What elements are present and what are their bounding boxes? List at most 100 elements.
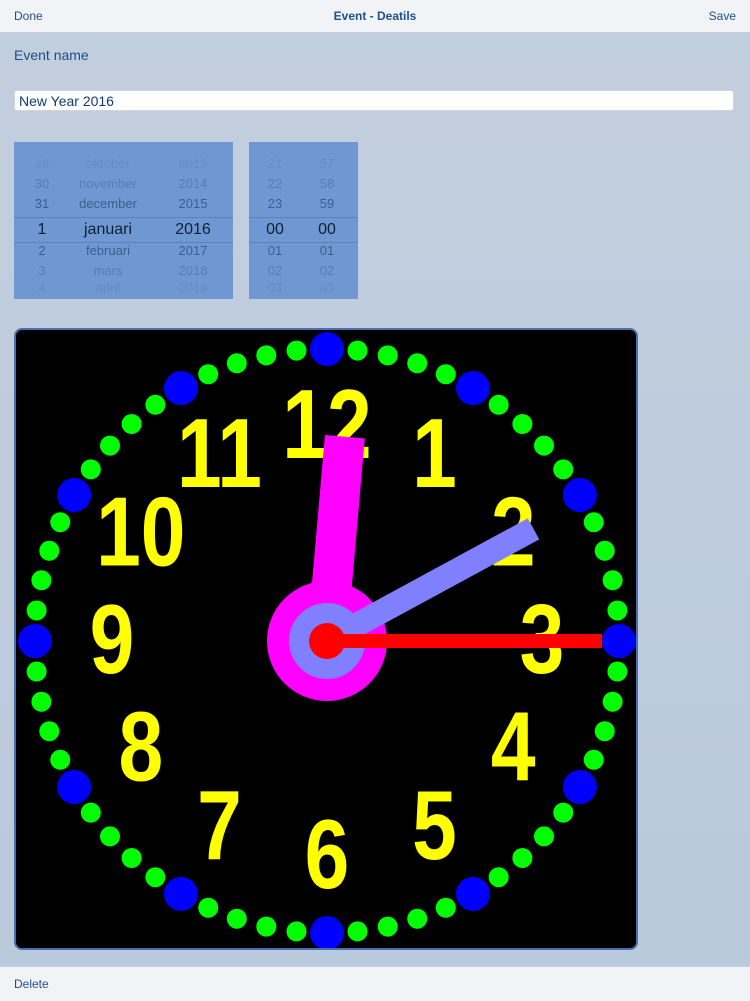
time_picker-minute-value: 58 — [319, 176, 335, 191]
minute-marker-dot — [607, 600, 628, 621]
minute-marker-dot — [100, 435, 121, 456]
minute-marker-dot — [26, 661, 47, 682]
time-picker[interactable]: 21 57 22 58 23 59 00 00 01 01 02 02 03 03 — [249, 142, 358, 299]
time_picker-minute-value: 59 — [319, 196, 335, 211]
minute-marker-dot — [226, 908, 247, 929]
minute-marker-dot — [198, 897, 219, 918]
bottom-toolbar: Delete — [0, 966, 750, 1001]
date_picker-year-value: 2016 — [175, 221, 211, 238]
hour-marker-dot — [164, 876, 198, 911]
date_picker-year-value: 2014 — [178, 176, 208, 191]
minute-marker-dot — [39, 721, 60, 742]
hour-marker-dot — [562, 478, 597, 512]
date_picker-year-value: 2018 — [178, 263, 208, 278]
minute-marker-dot — [50, 512, 71, 533]
date_picker-year-value: 2015 — [178, 196, 208, 211]
date_picker-month-value: januari — [83, 221, 133, 238]
minute-marker-dot — [26, 600, 47, 621]
date-picker[interactable]: 29 oktober 2013 30 november 2014 31 december 201… — [14, 142, 233, 299]
minute-marker-dot — [347, 921, 368, 942]
minute-marker-dot — [488, 394, 509, 415]
date_picker-day-value: 3 — [38, 263, 46, 278]
time_picker-hour-value: 01 — [267, 243, 283, 258]
date_picker-month-value: mars — [93, 263, 123, 278]
minute-marker-dot — [533, 826, 554, 847]
event-name-input[interactable] — [14, 90, 734, 111]
page-title: Event - Deatils — [333, 9, 417, 23]
date_picker-month-value: april — [95, 280, 121, 295]
minute-marker-dot — [121, 414, 142, 435]
clock-numeral-5: 5 — [412, 771, 457, 880]
minute-marker-dot — [80, 802, 101, 823]
time_picker-row[interactable]: 21 57 — [249, 156, 358, 176]
minute-marker-dot — [256, 916, 277, 937]
time_picker-hour-value: 21 — [267, 156, 283, 171]
hour-marker-dot — [602, 624, 636, 658]
hour-marker-dot — [456, 876, 490, 911]
clock-numeral-10: 10 — [96, 477, 185, 586]
date_picker-row-selected[interactable]: 1 januari 2016 — [14, 217, 233, 243]
time_picker-row-selected[interactable]: 00 00 — [249, 217, 358, 243]
date_picker-month-value: oktober — [86, 156, 130, 171]
date_picker-row[interactable]: 31 december 2015 — [14, 196, 233, 216]
minute-marker-dot — [377, 345, 398, 366]
navigation-bar: Done Event - Deatils Save — [0, 0, 750, 33]
minute-marker-dot — [50, 749, 71, 770]
date_picker-year-value: 2013 — [178, 156, 208, 171]
minute-marker-dot — [602, 570, 623, 591]
date_picker-month-value: november — [79, 176, 137, 191]
date_picker-row[interactable]: 2 februari 2017 — [14, 243, 233, 263]
minute-marker-dot — [226, 353, 247, 374]
hour-marker-dot — [310, 916, 344, 948]
date_picker-row[interactable]: 29 oktober 2013 — [14, 156, 233, 176]
date_picker-year-value: 2019 — [178, 280, 208, 295]
date_picker-month-value: december — [79, 196, 137, 211]
minute-marker-dot — [377, 916, 398, 937]
time_picker-row[interactable]: 22 58 — [249, 176, 358, 196]
minute-marker-dot — [145, 867, 166, 888]
time_picker-hour-value: 23 — [267, 196, 283, 211]
save-button[interactable]: Save — [709, 9, 736, 23]
date_picker-day-value: 4 — [38, 280, 46, 295]
date_picker-row[interactable]: 30 november 2014 — [14, 176, 233, 196]
date_picker-row[interactable]: 4 april 2019 — [14, 280, 233, 299]
clock-numeral-1: 1 — [412, 398, 457, 507]
minute-marker-dot — [347, 340, 368, 361]
minute-marker-dot — [594, 721, 615, 742]
clock-numeral-11: 11 — [177, 398, 262, 507]
time_picker-hour-value: 00 — [266, 221, 284, 238]
clock-numeral-6: 6 — [305, 799, 350, 908]
minute-marker-dot — [286, 340, 307, 361]
second-hand-hub — [309, 623, 345, 659]
hour-marker-dot — [562, 770, 597, 804]
minute-marker-dot — [583, 749, 604, 770]
time_picker-minute-value: 01 — [319, 243, 335, 258]
minute-marker-dot — [100, 826, 121, 847]
time_picker-row[interactable]: 01 01 — [249, 243, 358, 263]
time_picker-row[interactable]: 23 59 — [249, 196, 358, 216]
time_picker-hour-value: 02 — [267, 263, 283, 278]
minute-marker-dot — [31, 570, 52, 591]
minute-marker-dot — [121, 847, 142, 868]
minute-marker-dot — [286, 921, 307, 942]
hour-marker-dot — [456, 371, 490, 406]
minute-marker-dot — [512, 414, 533, 435]
minute-marker-dot — [198, 364, 219, 385]
hour-marker-dot — [57, 478, 92, 512]
minute-marker-dot — [583, 512, 604, 533]
minute-marker-dot — [145, 394, 166, 415]
minute-marker-dot — [553, 802, 574, 823]
clock-numeral-4: 4 — [491, 692, 536, 801]
date_picker-day-value: 29 — [34, 156, 50, 171]
clock-numeral-9: 9 — [90, 584, 135, 693]
delete-button[interactable]: Delete — [14, 977, 49, 991]
date_picker-day-value: 31 — [34, 196, 50, 211]
minute-marker-dot — [435, 897, 456, 918]
time_picker-hour-value: 03 — [267, 280, 283, 295]
clock-numeral-7: 7 — [197, 771, 242, 880]
event-name-label: Event name — [14, 47, 89, 63]
date_picker-day-value: 1 — [37, 221, 47, 238]
time_picker-minute-value: 03 — [319, 280, 335, 295]
time_picker-row[interactable]: 03 03 — [249, 280, 358, 299]
minute-marker-dot — [607, 661, 628, 682]
